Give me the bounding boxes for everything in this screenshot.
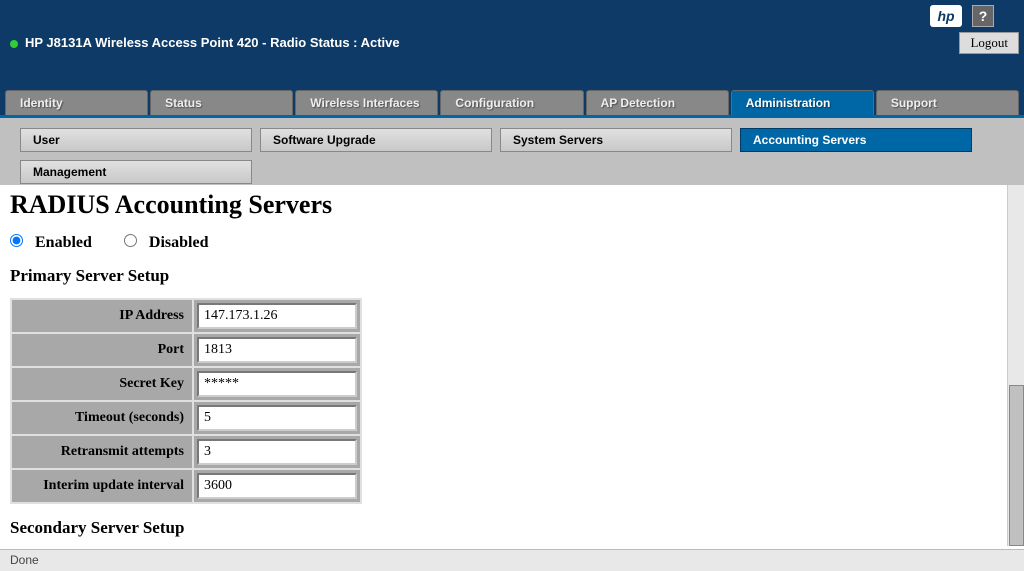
sub-tab-bar: User Software Upgrade System Servers Acc… — [0, 115, 1024, 194]
timeout-input[interactable] — [197, 405, 357, 431]
subtab-user[interactable]: User — [20, 128, 252, 152]
ip-address-input[interactable] — [197, 303, 357, 329]
subtab-accounting-servers[interactable]: Accounting Servers — [740, 128, 972, 152]
enabled-radio-label[interactable]: Enabled — [10, 234, 96, 251]
status-bar: Done — [0, 549, 1024, 571]
scrollbar-thumb[interactable] — [1009, 385, 1024, 546]
tab-ap-detection[interactable]: AP Detection — [586, 90, 729, 115]
scrollbar[interactable] — [1007, 185, 1024, 546]
tab-identity[interactable]: Identity — [5, 90, 148, 115]
ip-address-label: IP Address — [12, 300, 192, 332]
subtab-system-servers[interactable]: System Servers — [500, 128, 732, 152]
logout-button[interactable]: Logout — [959, 32, 1019, 54]
enable-radio-group: Enabled Disabled — [10, 234, 997, 252]
tab-support[interactable]: Support — [876, 90, 1019, 115]
secret-key-input[interactable] — [197, 371, 357, 397]
tab-status[interactable]: Status — [150, 90, 293, 115]
enabled-radio[interactable] — [10, 234, 23, 247]
tab-configuration[interactable]: Configuration — [440, 90, 583, 115]
subtab-software-upgrade[interactable]: Software Upgrade — [260, 128, 492, 152]
secret-key-label: Secret Key — [12, 368, 192, 400]
retransmit-label: Retransmit attempts — [12, 436, 192, 468]
content-wrapper: RADIUS Accounting Servers Enabled Disabl… — [0, 185, 1024, 546]
disabled-radio[interactable] — [124, 234, 137, 247]
timeout-label: Timeout (seconds) — [12, 402, 192, 434]
disabled-radio-label[interactable]: Disabled — [124, 234, 209, 251]
interim-input[interactable] — [197, 473, 357, 499]
hp-logo-icon: hp — [930, 5, 962, 27]
port-input[interactable] — [197, 337, 357, 363]
page-title: HP J8131A Wireless Access Point 420 - Ra… — [25, 35, 400, 50]
main-content: RADIUS Accounting Servers Enabled Disabl… — [0, 185, 1007, 546]
port-label: Port — [12, 334, 192, 366]
primary-server-heading: Primary Server Setup — [10, 266, 997, 286]
subtab-management[interactable]: Management — [20, 160, 252, 184]
secondary-server-heading: Secondary Server Setup — [10, 518, 997, 538]
primary-server-table: IP Address Port Secret Key Timeout (seco… — [10, 298, 362, 504]
radio-status-indicator — [10, 40, 18, 48]
retransmit-input[interactable] — [197, 439, 357, 465]
status-text: Done — [10, 553, 39, 567]
content-heading: RADIUS Accounting Servers — [10, 190, 997, 220]
app-header: HP J8131A Wireless Access Point 420 - Ra… — [0, 0, 1024, 90]
interim-label: Interim update interval — [12, 470, 192, 502]
main-tab-bar: Identity Status Wireless Interfaces Conf… — [0, 90, 1024, 115]
tab-administration[interactable]: Administration — [731, 90, 874, 115]
tab-wireless-interfaces[interactable]: Wireless Interfaces — [295, 90, 438, 115]
help-icon[interactable]: ? — [972, 5, 994, 27]
